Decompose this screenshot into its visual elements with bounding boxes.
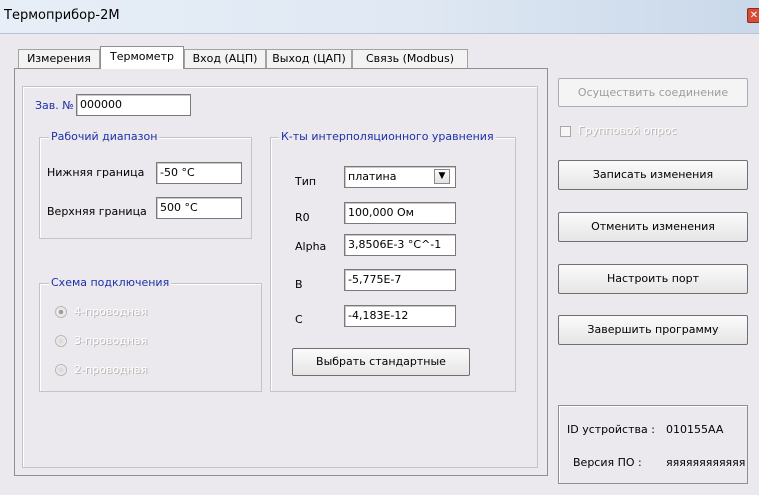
wiring-legend: Схема подключения — [49, 276, 172, 289]
type-select-value: платина — [348, 170, 397, 183]
type-label: Тип — [295, 175, 317, 188]
r0-input[interactable]: 100,000 Ом — [344, 202, 456, 224]
b-input[interactable]: -5,775E-7 — [344, 269, 456, 291]
serial-input[interactable]: 000000 — [76, 94, 191, 116]
serial-label: Зав. № — [35, 99, 74, 112]
c-input[interactable]: -4,183E-12 — [344, 305, 456, 327]
alpha-input[interactable]: 3,8506E-3 °C^-1 — [344, 234, 456, 256]
wiring-2-label: 2-проводная — [74, 363, 148, 376]
tab-modbus[interactable]: Связь (Modbus) — [352, 49, 468, 68]
device-info-box — [558, 405, 748, 484]
wiring-3-radio[interactable] — [55, 335, 67, 347]
device-id-label: ID устройства : — [567, 423, 655, 436]
lower-bound-label: Нижняя граница — [47, 166, 145, 179]
cancel-changes-button[interactable]: Отменить изменения — [558, 212, 748, 242]
wiring-4-radio[interactable] — [55, 306, 67, 318]
configure-port-button[interactable]: Настроить порт — [558, 264, 748, 294]
wiring-group — [39, 283, 262, 392]
connect-button[interactable]: Осуществить соединение — [558, 78, 748, 107]
chevron-down-icon[interactable]: ▼ — [434, 169, 450, 184]
r0-label: R0 — [295, 211, 310, 224]
firmware-version-value: яяяяяяяяяяяя — [666, 456, 746, 469]
write-changes-button[interactable]: Записать изменения — [558, 160, 748, 190]
tab-dac-output[interactable]: Выход (ЦАП) — [266, 49, 352, 68]
lower-bound-input[interactable]: -50 °C — [156, 162, 242, 184]
alpha-label: Alpha — [295, 240, 327, 253]
upper-bound-input[interactable]: 500 °C — [156, 197, 242, 219]
group-poll-label: Групповой опрос — [578, 124, 677, 137]
device-id-value: 010155AA — [666, 423, 724, 436]
tab-thermometer[interactable]: Термометр — [100, 46, 184, 69]
exit-program-button[interactable]: Завершить программу — [558, 315, 748, 345]
coeffs-legend: К-ты интерполяционного уравнения — [279, 130, 496, 143]
range-group — [39, 137, 252, 239]
range-legend: Рабочий диапазон — [49, 130, 160, 143]
close-icon[interactable]: ✕ — [747, 8, 759, 23]
wiring-2-radio[interactable] — [55, 364, 67, 376]
wiring-3-label: 3-проводная — [74, 334, 148, 347]
b-label: B — [295, 278, 303, 291]
wiring-4-label: 4-проводная — [74, 305, 148, 318]
tab-adc-input[interactable]: Вход (АЦП) — [184, 49, 266, 68]
firmware-version-label: Версия ПО : — [573, 456, 642, 469]
tab-measurements[interactable]: Измерения — [18, 49, 100, 68]
window-title: Термоприбор-2М — [4, 8, 120, 23]
c-label: C — [295, 313, 303, 326]
upper-bound-label: Верхняя граница — [47, 205, 147, 218]
select-standard-button[interactable]: Выбрать стандартные — [292, 348, 470, 376]
group-poll-checkbox[interactable] — [560, 126, 571, 137]
